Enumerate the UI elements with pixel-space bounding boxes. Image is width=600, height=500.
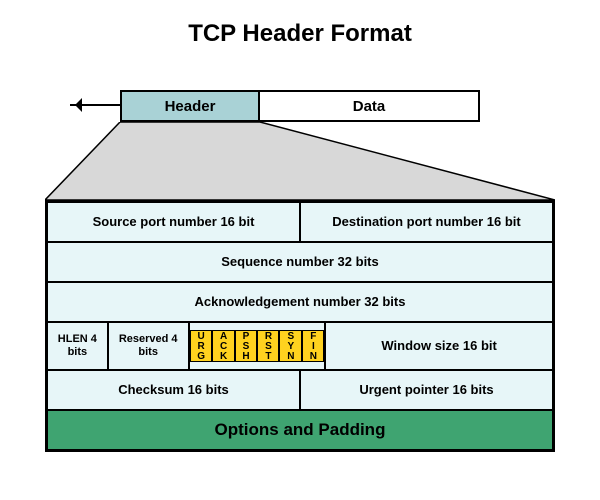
row-flags: HLEN 4 bits Reserved 4 bits URG ACK PSH … — [47, 322, 553, 370]
field-checksum: Checksum 16 bits — [47, 370, 300, 410]
flag-rst: RST — [257, 330, 279, 362]
field-sequence: Sequence number 32 bits — [47, 242, 553, 282]
row-ports: Source port number 16 bit Destination po… — [47, 202, 553, 242]
flag-syn: SYN — [279, 330, 301, 362]
expansion-triangle — [45, 122, 555, 200]
row-checksum: Checksum 16 bits Urgent pointer 16 bits — [47, 370, 553, 410]
tcp-header-table: Source port number 16 bit Destination po… — [45, 200, 555, 452]
flag-ack: ACK — [212, 330, 234, 362]
field-window: Window size 16 bit — [325, 322, 553, 370]
field-dest-port: Destination port number 16 bit — [300, 202, 553, 242]
row-seq: Sequence number 32 bits — [47, 242, 553, 282]
field-reserved: Reserved 4 bits — [108, 322, 189, 370]
arrow-left-icon — [70, 104, 120, 106]
field-options: Options and Padding — [47, 410, 553, 450]
flag-psh: PSH — [235, 330, 257, 362]
segment-bar: Header Data — [120, 90, 480, 122]
field-source-port: Source port number 16 bit — [47, 202, 300, 242]
field-ack: Acknowledgement number 32 bits — [47, 282, 553, 322]
row-ack: Acknowledgement number 32 bits — [47, 282, 553, 322]
diagram-title: TCP Header Format — [0, 0, 600, 48]
field-flags-group: URG ACK PSH RST SYN FIN — [189, 322, 326, 370]
flag-fin: FIN — [302, 330, 324, 362]
field-hlen: HLEN 4 bits — [47, 322, 108, 370]
field-urgent: Urgent pointer 16 bits — [300, 370, 553, 410]
row-options: Options and Padding — [47, 410, 553, 450]
segment-data-cell: Data — [260, 90, 480, 122]
segment-header-cell: Header — [120, 90, 260, 122]
flag-urg: URG — [190, 330, 212, 362]
